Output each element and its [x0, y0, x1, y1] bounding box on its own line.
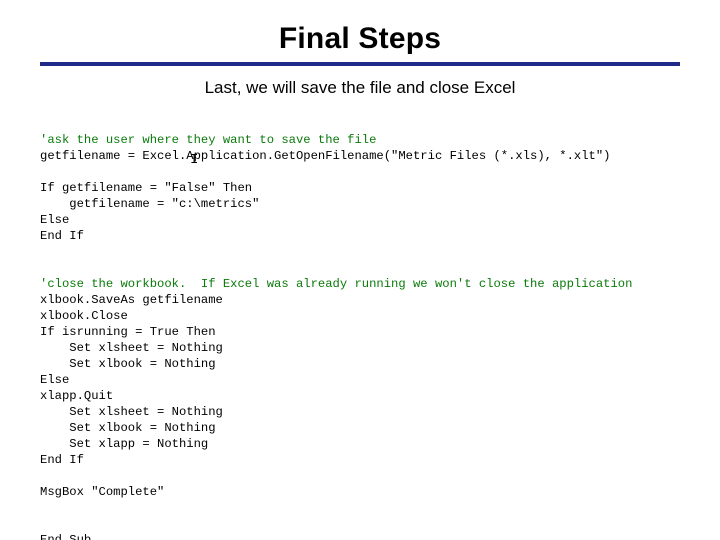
code-line: xlbook.Close — [40, 309, 128, 323]
code-line: Else — [40, 213, 69, 227]
page-title: Final Steps — [0, 22, 720, 56]
code-line: xlbook.SaveAs getfilename — [40, 293, 223, 307]
code-line: End If — [40, 453, 84, 467]
code-block: 'ask the user where they want to save th… — [40, 116, 720, 540]
code-line: Set xlbook = Nothing — [40, 421, 216, 435]
code-line: Set xlsheet = Nothing — [40, 405, 223, 419]
code-line: If isrunning = True Then — [40, 325, 216, 339]
code-line: If getfilename = "False" Then — [40, 181, 252, 195]
code-line: xlapp.Quit — [40, 389, 113, 403]
code-line: MsgBox "Complete" — [40, 485, 164, 499]
title-rule — [40, 62, 680, 66]
code-line: End Sub — [40, 533, 91, 540]
code-comment: 'close the workbook. If Excel was alread… — [40, 277, 632, 291]
code-line: Set xlbook = Nothing — [40, 357, 216, 371]
code-line: getfilename = Excel.Application.GetOpenF… — [40, 149, 610, 163]
code-line: Else — [40, 373, 69, 387]
code-line: getfilename = "c:\metrics" — [40, 197, 259, 211]
title-block: Final Steps — [0, 0, 720, 56]
code-line: End If — [40, 229, 84, 243]
code-comment: 'ask the user where they want to save th… — [40, 133, 376, 147]
subtitle: Last, we will save the file and close Ex… — [0, 78, 720, 98]
code-line: Set xlsheet = Nothing — [40, 341, 223, 355]
slide: Final Steps Last, we will save the file … — [0, 0, 720, 540]
code-line: Set xlapp = Nothing — [40, 437, 208, 451]
